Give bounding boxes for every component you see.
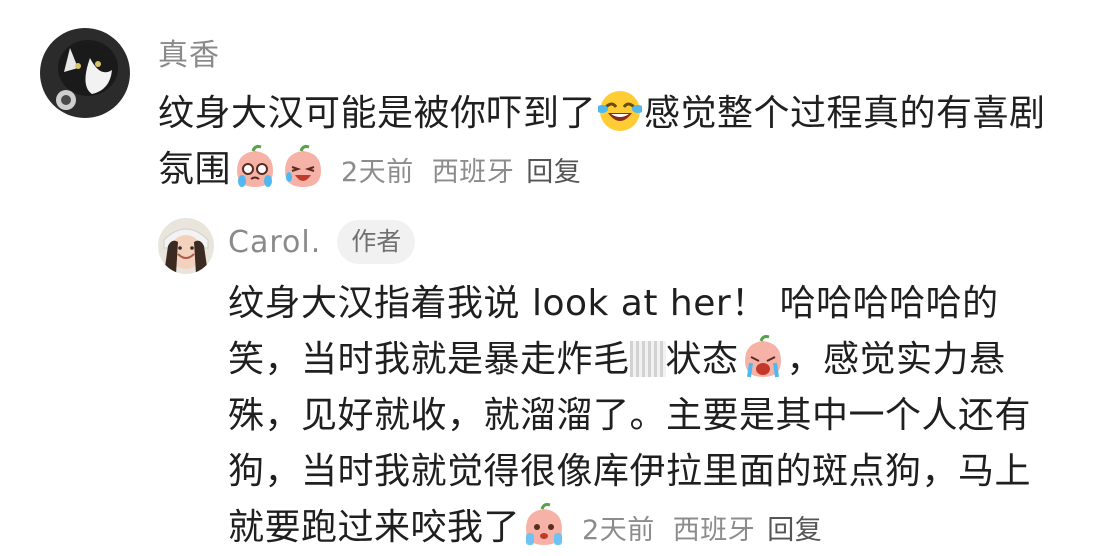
reply-button[interactable]: 回复: [526, 157, 581, 188]
girl-avatar-icon: [158, 218, 214, 274]
comment-item: 真香 纹身大汉可能是被你吓到了 感觉整个过程真的有喜剧氛围 2天前 西班牙 回复: [40, 28, 1078, 201]
grinning-peach-emoji-icon: [281, 145, 325, 189]
blurred-character: [629, 341, 666, 377]
comment-author-row: Carol. 作者: [228, 218, 1058, 266]
author-name[interactable]: Carol.: [228, 225, 321, 260]
comment-location: 西班牙: [672, 515, 756, 546]
comment-text: 纹身大汉可能是被你吓到了 感觉整个过程真的有喜剧氛围 2天前 西班牙 回复: [158, 86, 1078, 201]
author-badge: 作者: [337, 220, 416, 264]
comment-text-part: 状态: [665, 339, 739, 380]
comment-thread: 真香 纹身大汉可能是被你吓到了 感觉整个过程真的有喜剧氛围 2天前 西班牙 回复…: [0, 0, 1107, 556]
author-name[interactable]: 真香: [158, 30, 220, 74]
laugh-tears-emoji-icon: [598, 89, 643, 133]
comment-meta: 2天前 西班牙 回复: [582, 515, 822, 546]
crying-peach-emoji-icon: [233, 145, 277, 189]
reply-item: Carol. 作者: [158, 218, 1058, 274]
comment-text-part: 纹身大汉可能是被你吓到了: [158, 93, 597, 134]
avatar[interactable]: [40, 28, 130, 118]
scared-peach-emoji-icon: [522, 503, 566, 547]
comment-location: 西班牙: [431, 157, 515, 188]
comment-meta: 2天前 西班牙 回复: [341, 157, 581, 188]
comment-author-row: 真香: [158, 28, 1078, 76]
avatar[interactable]: [158, 218, 214, 274]
reply-text: 纹身大汉指着我说 look at her！ 哈哈哈哈哈的笑，当时我就是暴走炸毛状…: [228, 276, 1058, 556]
cat-avatar-icon: [40, 28, 130, 118]
reply-button[interactable]: 回复: [767, 515, 822, 546]
comment-time: 2天前: [341, 157, 414, 188]
wailing-peach-emoji-icon: [741, 335, 785, 379]
comment-time: 2天前: [582, 515, 655, 546]
